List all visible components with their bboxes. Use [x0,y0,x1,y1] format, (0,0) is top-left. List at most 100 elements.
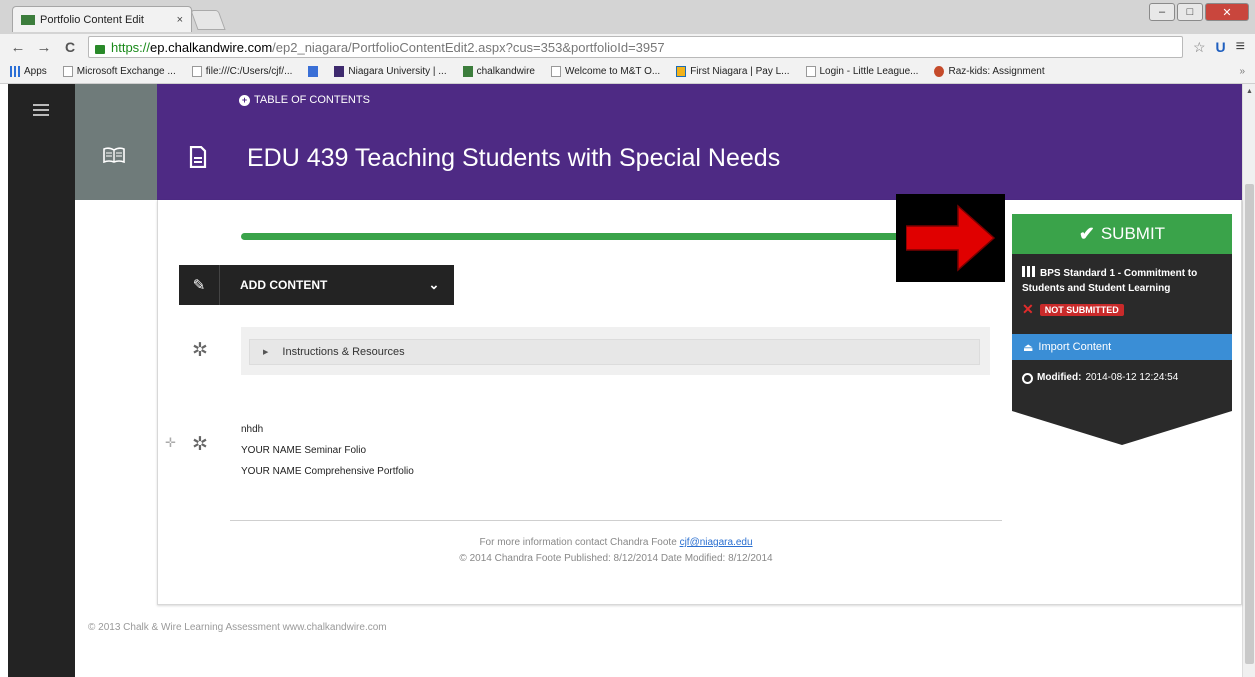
add-content-dropdown[interactable]: ✎ ADD CONTENT ⌄ [179,265,454,305]
url-path: /ep2_niagara/PortfolioContentEdit2.aspx?… [272,39,665,55]
niagara-icon [334,66,345,77]
submit-label: SUBMIT [1100,224,1166,243]
x-icon: ✕ [1022,301,1034,317]
left-rail [8,84,75,677]
chalkandwire-icon [462,66,473,77]
bookmarks-bar: Apps Microsoft Exchange ... file:///C:/U… [0,60,1255,84]
submit-button[interactable]: ✔ SUBMIT [1012,214,1232,254]
grid-icon [1022,266,1036,277]
browser-tab[interactable]: Portfolio Content Edit × [12,6,192,32]
book-panel [75,84,157,200]
page-icon [62,66,73,77]
instructions-section: ▶ Instructions & Resources [241,327,990,375]
browser-titlebar: Portfolio Content Edit × – □ ✕ [0,0,1255,34]
page-icon [805,66,816,77]
bookmark-razkids[interactable]: Raz-kids: Assignment [934,66,1045,77]
new-tab-button[interactable] [190,10,226,30]
chalkandwire-favicon-icon [21,14,35,25]
maximize-button[interactable]: □ [1177,3,1203,21]
checkmark-icon: ✔ [1078,223,1095,245]
bookmarks-overflow-icon[interactable]: » [1239,66,1245,77]
bookmark-microsoft-exchange[interactable]: Microsoft Exchange ... [62,66,176,77]
footer-published: © 2014 Chandra Foote Published: 8/12/201… [459,553,773,564]
tab-title: Portfolio Content Edit [40,13,144,26]
red-arrow-icon [906,204,996,272]
bookmark-label: Microsoft Exchange ... [76,66,176,77]
page-icon [191,66,202,77]
url-scheme: https:// [111,39,151,55]
bookmark-chalkandwire[interactable]: chalkandwire [462,66,535,77]
reload-button[interactable]: C [62,39,78,55]
caret-right-icon: ▶ [263,349,269,356]
url-host: ep.chalkandwire.com [150,39,273,55]
bookmark-label: file:///C:/Users/cjf/... [205,66,293,77]
footer-contact: For more information contact Chandra Foo… [479,537,677,548]
bookmark-apps[interactable]: Apps [10,66,47,77]
bookmark-mt[interactable]: Welcome to M&T O... [550,66,661,77]
open-book-icon[interactable] [103,147,125,163]
drag-handle-icon[interactable]: ✛ [165,435,176,451]
page-header: + TABLE OF CONTENTS EDU 439 Teaching Stu… [157,84,1242,200]
modified-label: Modified: [1037,372,1082,383]
forward-button[interactable]: → [36,39,52,56]
hamburger-menu-icon[interactable] [33,104,49,116]
bookmark-label: First Niagara | Pay L... [690,66,790,77]
minimize-button[interactable]: – [1149,3,1175,21]
table-of-contents-link[interactable]: + TABLE OF CONTENTS [239,94,370,106]
page-scrollbar[interactable]: ▲ [1242,84,1255,677]
bookmark-label: chalkandwire [476,66,535,77]
apps-icon [10,66,20,77]
gear-icon[interactable]: ✲ [191,435,209,454]
list-item: YOUR NAME Seminar Folio [241,445,367,456]
toc-label: TABLE OF CONTENTS [254,94,370,106]
content-items: nhdh YOUR NAME Seminar Folio YOUR NAME C… [241,423,414,486]
address-bar[interactable]: https:// ep.chalkandwire.com /ep2_niagar… [88,36,1183,58]
bookmark-label: Login - Little League... [819,66,919,77]
progress-bar [241,233,941,240]
bookmark-file[interactable]: file:///C:/Users/cjf/... [191,66,293,77]
document-icon [189,146,207,168]
bookmark-label: Raz-kids: Assignment [948,66,1045,77]
footer-divider [230,520,1002,521]
standard-panel: BPS Standard 1 - Commitment to Students … [1012,254,1232,334]
bookmark-star-icon[interactable]: ☆ [1193,39,1206,56]
window-controls: – □ ✕ [1149,3,1249,21]
footer-info: For more information contact Chandra Foo… [230,535,1002,567]
gear-icon[interactable]: ✲ [191,341,209,360]
close-window-button[interactable]: ✕ [1205,3,1249,21]
pencil-icon: ✎ [179,265,220,305]
upload-icon: ⏏ [1023,341,1034,354]
bookmark-label: Apps [24,66,47,77]
scroll-thumb[interactable] [1245,184,1254,664]
scroll-up-icon[interactable]: ▲ [1246,88,1253,95]
instructions-label: Instructions & Resources [282,346,405,358]
import-label: Import Content [1038,341,1112,353]
clock-icon [1022,373,1033,384]
standard-title: BPS Standard 1 - Commitment to Students … [1022,268,1198,294]
extension-icon[interactable]: U [1216,39,1226,55]
browser-menu-icon[interactable]: ≡ [1236,38,1245,56]
lock-icon [95,44,105,54]
plus-circle-icon: + [239,94,250,106]
first-niagara-icon [676,66,687,77]
browser-toolbar: ← → C https:// ep.chalkandwire.com /ep2_… [0,34,1255,60]
google-icon [308,66,319,77]
add-content-label: ADD CONTENT [240,278,328,292]
razkids-icon [934,66,945,77]
list-item: YOUR NAME Comprehensive Portfolio [241,466,414,477]
arrow-callout [896,194,1005,282]
back-button[interactable]: ← [10,39,26,56]
bookmark-first-niagara[interactable]: First Niagara | Pay L... [676,66,790,77]
status-badge: NOT SUBMITTED [1039,303,1124,316]
bookmark-little-league[interactable]: Login - Little League... [805,66,919,77]
modified-value: 2014-08-12 12:24:54 [1085,372,1179,383]
list-item: nhdh [241,424,264,435]
bookmark-google[interactable] [308,66,319,77]
tab-close-icon[interactable]: × [177,14,183,26]
footer-email-link[interactable]: cjf@niagara.edu [680,537,753,548]
bookmark-niagara-university[interactable]: Niagara University | ... [334,66,447,77]
bookmark-label: Welcome to M&T O... [564,66,661,77]
page-title: EDU 439 Teaching Students with Special N… [247,144,781,172]
import-content-button[interactable]: ⏏ Import Content [1012,334,1232,360]
instructions-toggle[interactable]: ▶ Instructions & Resources [249,339,980,365]
